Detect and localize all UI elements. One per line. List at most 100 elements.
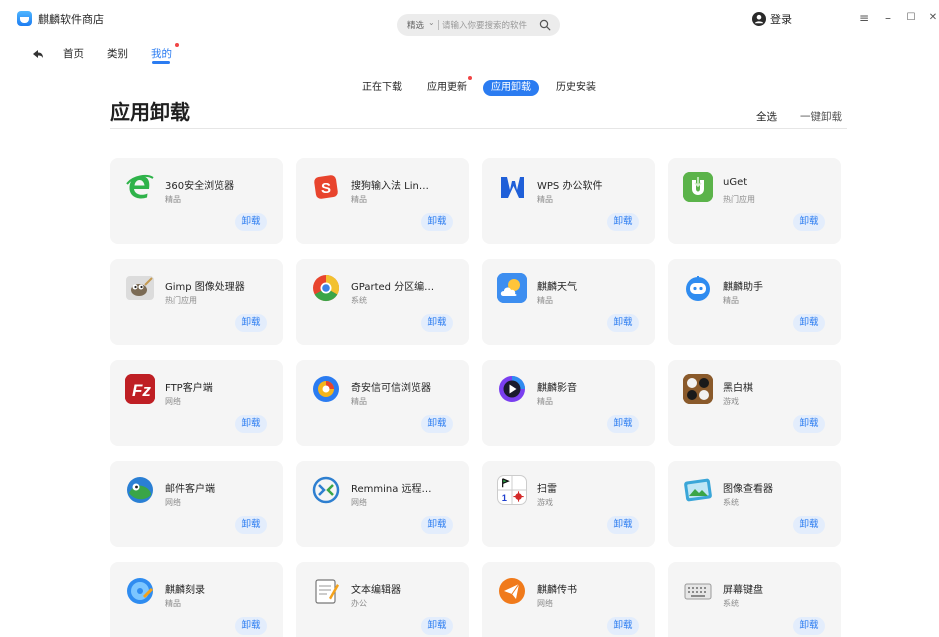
maximize-icon[interactable]: ☐ bbox=[905, 12, 917, 24]
app-card[interactable]: 邮件客户端 网络 卸载 bbox=[110, 461, 283, 547]
app-card[interactable]: 麒麟刻录 精品 卸载 bbox=[110, 562, 283, 637]
search-placeholder[interactable]: 请输入你要搜索的软件 bbox=[442, 19, 527, 31]
qianxin-browser-icon bbox=[311, 374, 341, 404]
uninstall-button[interactable]: 卸载 bbox=[607, 516, 639, 534]
app-name: 搜狗输入法 Lin… bbox=[351, 181, 429, 192]
app-name: FTP客户端 bbox=[165, 383, 213, 394]
uninstall-button[interactable]: 卸载 bbox=[793, 617, 825, 635]
minesweeper-icon: 1 bbox=[497, 475, 527, 505]
nav-category[interactable]: 类别 bbox=[107, 46, 128, 61]
search-divider bbox=[438, 20, 439, 30]
svg-text:1: 1 bbox=[502, 493, 507, 503]
app-category: 办公 bbox=[351, 599, 367, 608]
tab-updates[interactable]: 应用更新 bbox=[427, 80, 467, 96]
app-category: 精品 bbox=[351, 397, 367, 406]
uninstall-button[interactable]: 卸载 bbox=[607, 415, 639, 433]
uninstall-button[interactable]: 卸载 bbox=[793, 516, 825, 534]
app-name: 麒麟影音 bbox=[537, 383, 577, 394]
login-label[interactable]: 登录 bbox=[770, 11, 792, 27]
app-card[interactable]: WPS 办公软件 精品 卸载 bbox=[482, 158, 655, 244]
uninstall-button[interactable]: 卸载 bbox=[235, 314, 267, 332]
browser-360-icon bbox=[125, 172, 155, 202]
select-all-button[interactable]: 全选 bbox=[756, 109, 777, 124]
app-card[interactable]: GParted 分区编… 系统 卸载 bbox=[296, 259, 469, 345]
app-card[interactable]: 屏幕键盘 系统 卸载 bbox=[668, 562, 841, 637]
app-name: uGet bbox=[723, 177, 748, 188]
assistant-icon bbox=[683, 273, 713, 303]
app-category: 游戏 bbox=[537, 498, 553, 507]
app-category: 精品 bbox=[537, 397, 553, 406]
uninstall-button[interactable]: 卸载 bbox=[607, 314, 639, 332]
app-card[interactable]: Remmina 远程… 网络 卸载 bbox=[296, 461, 469, 547]
nav-mine[interactable]: 我的 bbox=[151, 46, 172, 61]
uninstall-button[interactable]: 卸载 bbox=[421, 516, 453, 534]
app-card[interactable]: 1 扫雷 游戏 卸载 bbox=[482, 461, 655, 547]
uninstall-button[interactable]: 卸载 bbox=[607, 617, 639, 635]
search-box[interactable]: 精选 ⌄ 请输入你要搜索的软件 bbox=[397, 14, 560, 36]
updates-badge bbox=[468, 76, 472, 80]
reversi-icon bbox=[683, 374, 713, 404]
app-card[interactable]: 360安全浏览器 精品 卸载 bbox=[110, 158, 283, 244]
app-card[interactable]: S 搜狗输入法 Lin… 精品 卸载 bbox=[296, 158, 469, 244]
app-card[interactable]: 文本编辑器 办公 卸载 bbox=[296, 562, 469, 637]
uninstall-button[interactable]: 卸载 bbox=[235, 213, 267, 231]
app-card[interactable]: 麒麟影音 精品 卸载 bbox=[482, 360, 655, 446]
uninstall-button[interactable]: 卸载 bbox=[421, 213, 453, 231]
uninstall-button[interactable]: 卸载 bbox=[793, 415, 825, 433]
app-category: 系统 bbox=[351, 296, 367, 305]
app-card[interactable]: 麒麟天气 精品 卸载 bbox=[482, 259, 655, 345]
menu-icon[interactable]: ≡ bbox=[858, 12, 870, 24]
image-viewer-icon bbox=[683, 475, 713, 505]
sogou-icon: S bbox=[311, 172, 341, 202]
gimp-icon bbox=[125, 273, 155, 303]
title-bar: 麒麟软件商店 精选 ⌄ 请输入你要搜索的软件 登录 ≡ – ☐ ✕ bbox=[0, 0, 939, 40]
uninstall-button[interactable]: 卸载 bbox=[421, 314, 453, 332]
app-category: 精品 bbox=[537, 195, 553, 204]
app-card[interactable]: 麒麟助手 精品 卸载 bbox=[668, 259, 841, 345]
app-category: 精品 bbox=[165, 599, 181, 608]
uninstall-button[interactable]: 卸载 bbox=[607, 213, 639, 231]
transfer-icon bbox=[497, 576, 527, 606]
app-card[interactable]: Fz FTP客户端 网络 卸载 bbox=[110, 360, 283, 446]
uninstall-button[interactable]: 卸载 bbox=[793, 314, 825, 332]
search-scope-select[interactable]: 精选 bbox=[407, 19, 424, 31]
onscreen-keyboard-icon bbox=[683, 576, 713, 606]
app-card[interactable]: uGet 热门应用 卸载 bbox=[668, 158, 841, 244]
app-card[interactable]: Gimp 图像处理器 热门应用 卸载 bbox=[110, 259, 283, 345]
login-button[interactable]: 登录 bbox=[752, 10, 792, 28]
nav-home[interactable]: 首页 bbox=[63, 46, 84, 61]
back-arrow-icon[interactable] bbox=[32, 48, 44, 60]
uninstall-button[interactable]: 卸载 bbox=[421, 415, 453, 433]
chevron-down-icon[interactable]: ⌄ bbox=[428, 18, 435, 27]
app-card[interactable]: 黑白棋 游戏 卸载 bbox=[668, 360, 841, 446]
store-logo-icon bbox=[17, 11, 32, 26]
search-icon[interactable] bbox=[539, 19, 551, 31]
text-editor-icon bbox=[311, 576, 341, 606]
app-category: 精品 bbox=[537, 296, 553, 305]
close-icon[interactable]: ✕ bbox=[927, 12, 939, 24]
uninstall-button[interactable]: 卸载 bbox=[235, 617, 267, 635]
app-card[interactable]: 图像查看器 系统 卸载 bbox=[668, 461, 841, 547]
filezilla-icon: Fz bbox=[125, 374, 155, 404]
app-category: 精品 bbox=[723, 296, 739, 305]
header-divider bbox=[110, 128, 847, 129]
app-category: 网络 bbox=[165, 397, 181, 406]
weather-icon bbox=[497, 273, 527, 303]
uninstall-button[interactable]: 卸载 bbox=[235, 516, 267, 534]
app-category: 游戏 bbox=[723, 397, 739, 406]
app-card[interactable]: 麒麟传书 网络 卸载 bbox=[482, 562, 655, 637]
uninstall-all-button[interactable]: 一键卸载 bbox=[800, 109, 842, 124]
tab-uninstall[interactable]: 应用卸载 bbox=[483, 80, 539, 96]
tab-downloading[interactable]: 正在下载 bbox=[362, 80, 402, 96]
app-card[interactable]: 奇安信可信浏览器 精品 卸载 bbox=[296, 360, 469, 446]
uninstall-button[interactable]: 卸载 bbox=[793, 213, 825, 231]
minimize-icon[interactable]: – bbox=[882, 12, 894, 24]
app-name: 扫雷 bbox=[537, 484, 557, 495]
uninstall-button[interactable]: 卸载 bbox=[235, 415, 267, 433]
app-name: 360安全浏览器 bbox=[165, 181, 235, 192]
app-category: 热门应用 bbox=[165, 296, 197, 305]
tab-history[interactable]: 历史安装 bbox=[556, 80, 596, 96]
nav-active-indicator bbox=[152, 61, 170, 64]
uninstall-button[interactable]: 卸载 bbox=[421, 617, 453, 635]
app-category: 精品 bbox=[351, 195, 367, 204]
